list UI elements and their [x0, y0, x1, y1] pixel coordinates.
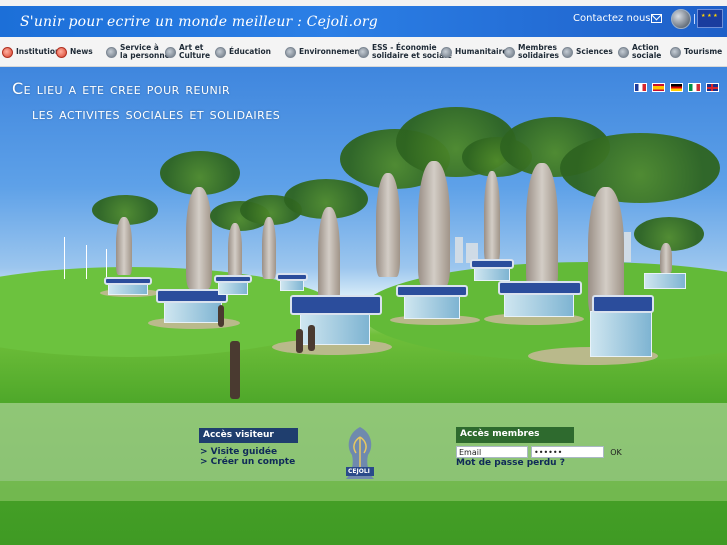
- nav-item-label: Éducation: [229, 47, 271, 56]
- contact-link[interactable]: Contactez nous: [573, 13, 651, 24]
- kiosk-roof: [214, 275, 252, 283]
- person: [218, 305, 224, 327]
- nav-category-icon: [285, 46, 296, 58]
- city-tower: [624, 232, 631, 262]
- eu-flag-icon[interactable]: [697, 9, 723, 28]
- person: [308, 325, 315, 351]
- login-ok-button[interactable]: OK: [608, 446, 624, 458]
- nav-category-icon: [106, 46, 117, 58]
- baobab-trunk: [228, 223, 242, 279]
- nav-item-label: Environnement: [299, 47, 364, 56]
- nav-item-9[interactable]: Sciences: [562, 37, 613, 67]
- nav-item-7[interactable]: Humanitaire: [441, 37, 507, 67]
- nav-item-11[interactable]: Tourisme: [670, 37, 722, 67]
- header-separator: [694, 14, 695, 24]
- baobab-trunk: [376, 173, 400, 277]
- footer-grass-strip: [0, 481, 727, 501]
- nav-item-label: News: [70, 47, 93, 56]
- kiosk-roof: [104, 277, 152, 285]
- kiosk-roof: [290, 295, 382, 315]
- wind-turbine: [106, 249, 107, 279]
- nav-category-icon: [562, 46, 573, 58]
- kiosk: [644, 273, 686, 289]
- kiosk: [404, 295, 460, 319]
- person: [296, 329, 303, 353]
- cejoli-logo[interactable]: CEJOLI: [342, 423, 378, 481]
- flag-it-icon[interactable]: [688, 83, 701, 92]
- nav-item-label: Sciences: [576, 47, 613, 56]
- city-tower: [455, 237, 463, 263]
- kiosk: [164, 301, 222, 323]
- nav-item-label: Humanitaire: [455, 47, 508, 56]
- kiosk-roof: [396, 285, 468, 297]
- nav-category-icon: [165, 46, 176, 58]
- kiosk: [504, 293, 574, 317]
- nav-item-2[interactable]: Service à la personne: [106, 37, 170, 67]
- globe-icon[interactable]: [671, 9, 691, 29]
- baobab-trunk: [418, 161, 450, 287]
- nav-category-icon: [670, 46, 681, 58]
- nav-item-4[interactable]: Éducation: [215, 37, 271, 67]
- nav-category-icon: [215, 46, 226, 58]
- baobab-crown: [560, 133, 720, 203]
- site-header: S'unir pour ecrire un monde meilleur : C…: [0, 6, 727, 37]
- nav-category-icon: [504, 46, 515, 58]
- nav-category-icon: [56, 46, 67, 58]
- category-nav: Institutions News Service à la personne Art…: [0, 37, 727, 67]
- logo-text: CEJOLI: [348, 468, 370, 475]
- nav-item-label: Tourisme: [684, 47, 723, 56]
- baobab-trunk: [660, 243, 672, 273]
- nav-item-8[interactable]: Membres solidaires: [504, 37, 559, 67]
- nav-category-icon: [358, 46, 369, 58]
- visitor-access-title: Accès visiteur: [199, 428, 298, 443]
- nav-item-5[interactable]: Environnement: [285, 37, 363, 67]
- nav-item-3[interactable]: Art et Culture: [165, 37, 210, 67]
- kiosk-roof: [592, 295, 654, 313]
- nav-category-icon: [618, 46, 629, 58]
- baobab-trunk: [484, 171, 500, 263]
- forgot-password-link[interactable]: Mot de passe perdu ?: [456, 458, 565, 468]
- nav-category-icon: [2, 46, 13, 58]
- kiosk: [590, 311, 652, 357]
- nav-item-label: ESS - Économie solidaire et sociale: [372, 43, 452, 60]
- nav-item-label: Membres solidaires: [518, 43, 560, 60]
- members-access-title: Accès membres: [456, 427, 574, 443]
- baobab-trunk: [526, 163, 558, 293]
- flag-fr-icon[interactable]: [634, 83, 647, 92]
- baobab-trunk: [186, 187, 212, 289]
- nav-category-icon: [441, 46, 452, 58]
- nav-item-10[interactable]: Action sociale: [618, 37, 661, 67]
- hero-headline-line2: les activites sociales et solidaires: [32, 104, 281, 123]
- person: [230, 341, 240, 399]
- email-field[interactable]: [456, 446, 528, 458]
- wind-turbine: [86, 245, 87, 279]
- nav-item-label: Action sociale: [632, 43, 662, 60]
- kiosk: [218, 281, 248, 295]
- wind-turbine: [64, 237, 65, 279]
- baobab-trunk: [318, 207, 340, 307]
- kiosk-roof: [498, 281, 582, 295]
- kiosk: [474, 267, 510, 281]
- password-field[interactable]: [531, 446, 604, 458]
- create-account-link[interactable]: > Créer un compte: [200, 457, 295, 467]
- flag-es-icon[interactable]: [652, 83, 665, 92]
- flag-en-icon[interactable]: [706, 83, 719, 92]
- baobab-trunk: [116, 217, 132, 275]
- mail-icon[interactable]: [651, 14, 662, 23]
- site-tagline: S'unir pour ecrire un monde meilleur : C…: [20, 14, 378, 30]
- nav-item-6[interactable]: ESS - Économie solidaire et sociale: [358, 37, 452, 67]
- baobab-trunk: [262, 217, 276, 279]
- nav-item-label: Service à la personne: [120, 43, 170, 60]
- kiosk-roof: [470, 259, 514, 269]
- hero-headline-line1: Ce lieu a ete cree pour reunir: [12, 79, 231, 98]
- nav-item-label: Art et Culture: [179, 43, 211, 60]
- nav-item-1[interactable]: News: [56, 37, 93, 67]
- kiosk-roof: [276, 273, 308, 281]
- flag-de-icon[interactable]: [670, 83, 683, 92]
- guided-tour-link[interactable]: > Visite guidée: [200, 447, 277, 457]
